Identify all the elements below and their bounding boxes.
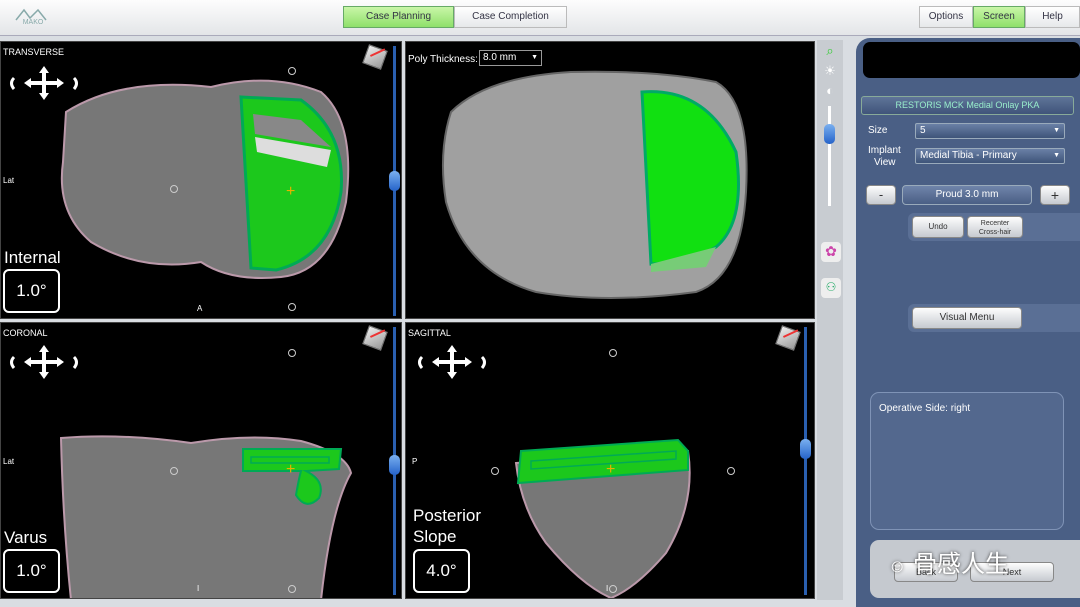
landmark-marker <box>288 303 296 311</box>
landmark-marker <box>288 67 296 75</box>
size-label: Size <box>868 125 888 136</box>
top-bar: MAKO Case Planning Case Completion Optio… <box>0 0 1080 36</box>
visual-menu-bar: Visual Menu <box>908 304 1080 332</box>
watermark-text: 骨感人生 <box>913 551 1010 578</box>
tab-screen[interactable]: Screen <box>973 6 1025 28</box>
poly-thickness-label: Poly Thickness: <box>408 54 478 65</box>
crosshair-label: Cross-hair <box>978 229 1012 236</box>
pan-rotate-arrows-icon[interactable] <box>6 62 82 104</box>
wechat-icon: ☺ <box>888 556 907 576</box>
bottom-label: A <box>197 304 203 313</box>
sagittal-title: SAGITTAL <box>408 328 451 338</box>
landmark-marker <box>288 585 296 593</box>
landmark-marker <box>288 349 296 357</box>
product-name: RESTORIS MCK Medial Onlay PKA <box>861 96 1074 115</box>
coronal-view[interactable]: CORONAL + Lat I Varus 1.0° <box>0 322 402 599</box>
visual-menu-button[interactable]: Visual Menu <box>912 307 1022 329</box>
slice-scrollbar[interactable] <box>389 327 400 595</box>
scroll-handle[interactable] <box>389 171 400 191</box>
mode-label: Internal <box>4 248 61 267</box>
tab-case-planning[interactable]: Case Planning <box>343 6 454 28</box>
brightness-icon[interactable]: ☀ <box>821 62 839 80</box>
crosshair-icon[interactable]: + <box>286 183 295 201</box>
size-select[interactable]: 5 <box>915 123 1065 139</box>
scroll-handle[interactable] <box>389 455 400 475</box>
angle-value-box[interactable]: 4.0° <box>413 549 470 593</box>
coronal-title: CORONAL <box>3 328 48 338</box>
zoom-icon[interactable]: ⌕ <box>821 42 839 60</box>
crosshair-icon[interactable]: + <box>286 461 295 479</box>
tab-help[interactable]: Help <box>1025 6 1080 28</box>
zoom-slider-handle[interactable] <box>824 124 835 144</box>
proud-value: Proud 3.0 mm <box>902 185 1032 205</box>
knee-icon[interactable]: ⚇ <box>821 278 841 298</box>
app-window: MAKO Case Planning Case Completion Optio… <box>0 0 1080 607</box>
landmark-marker <box>609 349 617 357</box>
decrease-button[interactable]: - <box>866 185 896 205</box>
view-label: View <box>874 157 896 168</box>
view-tool-strip: ⌕ ☀ ◐ ✿ ⚇ <box>817 40 843 600</box>
implant-label: Implant <box>868 145 901 156</box>
angle-value-box[interactable]: 1.0° <box>3 269 60 313</box>
bottom-label: I <box>197 584 200 593</box>
zoom-slider[interactable] <box>824 106 835 206</box>
watermark: ☺ 骨感人生 <box>888 544 1009 579</box>
color-wheel-icon[interactable]: ✿ <box>821 242 841 262</box>
undo-recenter-bar: Undo Recenter Cross-hair <box>908 213 1080 241</box>
landmark-marker <box>170 467 178 475</box>
bottom-label: I <box>606 584 609 593</box>
transverse-view[interactable]: TRANSVERSE + Lat A Internal 1.0° <box>0 41 402 319</box>
landmark-marker <box>170 185 178 193</box>
crosshair-icon[interactable]: + <box>606 461 615 479</box>
tab-options[interactable]: Options <box>919 6 973 28</box>
mako-logo: MAKO <box>12 6 54 26</box>
transverse-title: TRANSVERSE <box>3 47 65 57</box>
side-label: Lat <box>3 176 15 185</box>
sagittal-view[interactable]: SAGITTAL + P I Posterior Slope 4.0° <box>405 322 815 599</box>
increase-button[interactable]: + <box>1040 185 1070 205</box>
slice-scrollbar[interactable] <box>800 327 811 595</box>
panel-display <box>863 42 1080 78</box>
three-d-view[interactable]: Poly Thickness: 8.0 mm <box>405 41 815 319</box>
pan-rotate-arrows-icon[interactable] <box>6 341 82 383</box>
pan-rotate-arrows-icon[interactable] <box>414 341 490 383</box>
three-d-model <box>441 70 748 299</box>
landmark-marker <box>727 467 735 475</box>
scroll-handle[interactable] <box>800 439 811 459</box>
mode-label-line1: Posterior <box>413 506 482 525</box>
angle-value-box[interactable]: 1.0° <box>3 549 60 593</box>
contrast-icon[interactable]: ◐ <box>821 82 839 100</box>
mode-label-line2: Slope <box>413 527 457 546</box>
tab-case-completion[interactable]: Case Completion <box>454 6 567 28</box>
implant-view-select[interactable]: Medial Tibia - Primary <box>915 148 1065 164</box>
recenter-crosshair-button[interactable]: Recenter Cross-hair <box>967 216 1023 238</box>
undo-button[interactable]: Undo <box>912 216 964 238</box>
recenter-label: Recenter <box>980 220 1010 227</box>
side-label: P <box>412 457 418 466</box>
operative-side-text: Operative Side: right <box>879 403 971 414</box>
landmark-marker <box>491 467 499 475</box>
side-label: Lat <box>3 457 15 466</box>
right-control-panel: RESTORIS MCK Medial Onlay PKA Size 5 Imp… <box>856 38 1080 607</box>
slice-scrollbar[interactable] <box>389 46 400 316</box>
mode-label: Varus <box>4 528 48 547</box>
poly-thickness-select[interactable]: 8.0 mm <box>479 50 542 66</box>
operative-info-box: Operative Side: right <box>870 392 1064 530</box>
landmark-marker <box>609 585 617 593</box>
